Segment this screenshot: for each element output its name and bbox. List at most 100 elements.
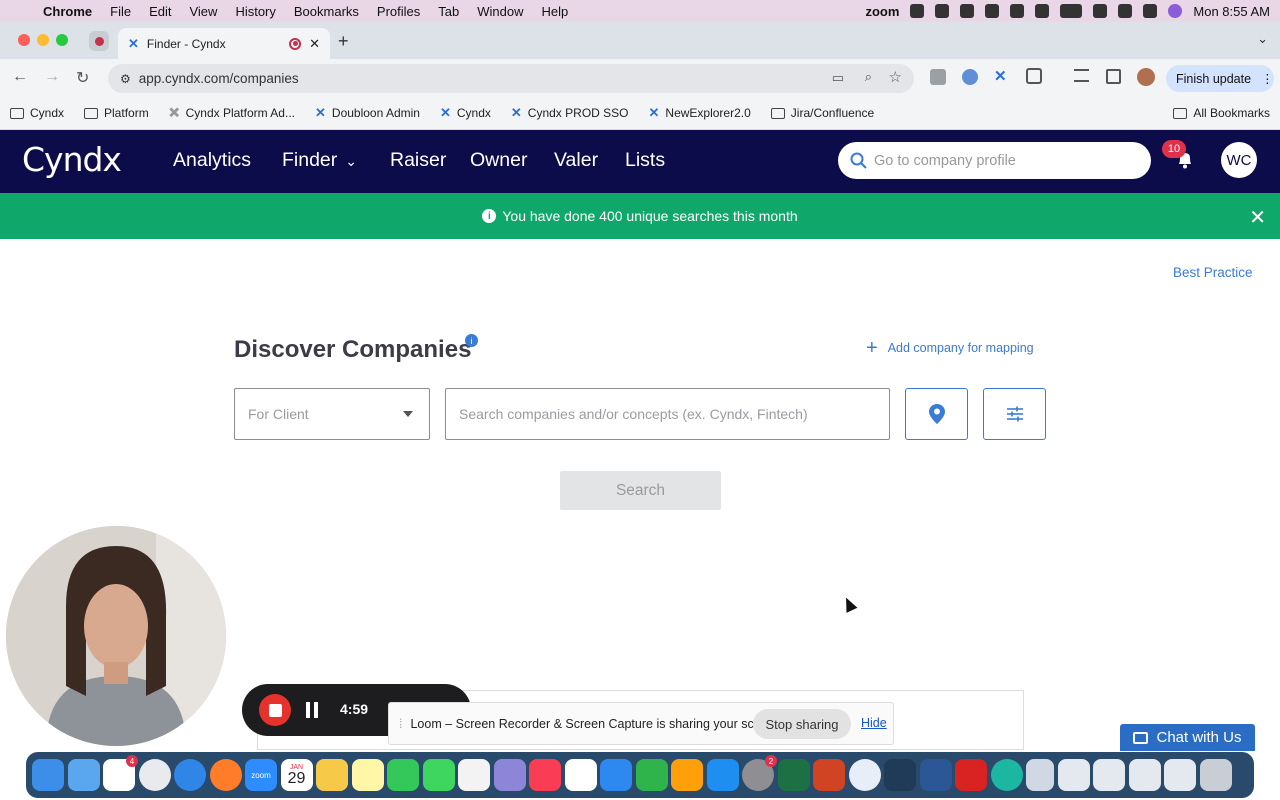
document-preview-icon-3[interactable] bbox=[1128, 759, 1161, 791]
menu-app-name[interactable]: Chrome bbox=[34, 4, 101, 19]
filters-button[interactable] bbox=[983, 388, 1046, 440]
dark-mode-icon[interactable] bbox=[1010, 4, 1025, 18]
powerpoint-app-icon[interactable] bbox=[813, 759, 845, 791]
bookmark-cyndx-platform-admin[interactable]: ✕ Cyndx Platform Ad... bbox=[159, 105, 305, 121]
extension-icon-1[interactable] bbox=[930, 69, 946, 85]
excel-app-icon[interactable] bbox=[777, 759, 810, 791]
camera-icon[interactable]: ▭ bbox=[832, 70, 844, 86]
password-manager-icon[interactable] bbox=[848, 759, 881, 791]
new-tab-button[interactable]: + bbox=[338, 31, 349, 52]
pages-app-icon[interactable] bbox=[671, 759, 703, 791]
facetime-app-icon[interactable] bbox=[387, 759, 419, 791]
tab-finder-cyndx[interactable]: ✕ Finder - Cyndx ✕ bbox=[118, 28, 330, 59]
stop-sharing-button[interactable]: Stop sharing bbox=[753, 709, 851, 739]
chat-with-us-button[interactable]: Chat with Us bbox=[1120, 724, 1255, 751]
calendar-app-icon[interactable]: JAN 29 bbox=[280, 759, 313, 791]
menu-view[interactable]: View bbox=[180, 4, 226, 19]
side-panel-icon[interactable] bbox=[1106, 69, 1121, 84]
reload-icon[interactable]: ↻ bbox=[76, 68, 89, 88]
add-company-button[interactable]: + Add company for mapping bbox=[866, 338, 1034, 358]
client-select[interactable]: For Client bbox=[234, 388, 430, 440]
company-profile-search[interactable]: Go to company profile bbox=[838, 142, 1151, 179]
bluetooth-icon[interactable] bbox=[1035, 4, 1050, 18]
address-bar[interactable]: ⚙ app.cyndx.com/companies ▭ ⌕ ☆ bbox=[108, 64, 914, 93]
nav-owner[interactable]: Owner bbox=[470, 149, 527, 172]
photos-app-icon[interactable] bbox=[316, 759, 348, 791]
firefox-app-icon[interactable] bbox=[209, 759, 242, 791]
chrome-app-icon[interactable] bbox=[138, 759, 171, 791]
best-practice-link[interactable]: Best Practice bbox=[1173, 265, 1253, 280]
maximize-window-button[interactable] bbox=[56, 34, 68, 46]
tab-close-icon[interactable]: ✕ bbox=[309, 36, 320, 52]
drag-handle-icon[interactable]: ⁞ bbox=[399, 717, 402, 731]
zoom-lens-icon[interactable]: ⌕ bbox=[865, 69, 872, 85]
menu-profiles[interactable]: Profiles bbox=[368, 4, 429, 19]
location-filter-button[interactable] bbox=[905, 388, 968, 440]
launchpad-app-icon[interactable] bbox=[493, 759, 526, 791]
battery-icon[interactable] bbox=[1060, 4, 1083, 18]
stop-recording-button[interactable] bbox=[259, 694, 291, 726]
user-avatar[interactable]: WC bbox=[1221, 142, 1257, 178]
slack-app-icon[interactable]: 4 bbox=[103, 755, 138, 791]
close-window-button[interactable] bbox=[18, 34, 30, 46]
document-preview-icon-4[interactable] bbox=[1164, 759, 1196, 791]
siri-icon[interactable] bbox=[1168, 4, 1183, 18]
folder-stack-icon[interactable] bbox=[1026, 759, 1054, 791]
reminders-app-icon[interactable] bbox=[458, 759, 490, 791]
nav-valer[interactable]: Valer bbox=[554, 149, 598, 172]
system-settings-icon[interactable]: 2 bbox=[742, 755, 777, 791]
spotlight-search-icon[interactable] bbox=[1118, 4, 1133, 18]
bookmark-cyndx-prod-sso[interactable]: ✕ Cyndx PROD SSO bbox=[501, 105, 639, 121]
messages-app-icon[interactable] bbox=[422, 759, 455, 791]
company-search-input[interactable]: Search companies and/or concepts (ex. Cy… bbox=[445, 388, 890, 440]
extension-icon-2[interactable] bbox=[962, 69, 978, 85]
cloud-icon[interactable] bbox=[960, 4, 975, 18]
document-preview-icon-1[interactable] bbox=[1057, 759, 1090, 791]
vscode-app-icon[interactable] bbox=[884, 759, 916, 791]
safari-app-icon[interactable] bbox=[174, 759, 206, 791]
zoom-app-icon[interactable]: zoom bbox=[245, 759, 277, 791]
menu-window[interactable]: Window bbox=[468, 4, 532, 19]
finish-update-button[interactable]: Finish update ⋮ bbox=[1166, 65, 1274, 92]
hide-sharing-bar-link[interactable]: Hide bbox=[861, 716, 887, 730]
music-app-icon[interactable] bbox=[529, 759, 561, 791]
pause-recording-button[interactable] bbox=[306, 702, 318, 718]
forward-arrow-icon[interactable]: → bbox=[44, 68, 60, 86]
menubar-clock[interactable]: Mon 8:55 AM bbox=[1193, 4, 1270, 19]
all-bookmarks[interactable]: All Bookmarks bbox=[1163, 106, 1280, 120]
nav-analytics[interactable]: Analytics bbox=[173, 149, 251, 172]
keynote-app-icon[interactable] bbox=[600, 759, 632, 791]
numbers-app-icon[interactable] bbox=[635, 759, 668, 791]
shield-icon[interactable] bbox=[910, 4, 925, 18]
nav-raiser[interactable]: Raiser bbox=[390, 149, 446, 172]
nav-finder[interactable]: Finder ⌄ bbox=[282, 149, 357, 172]
word-app-icon[interactable] bbox=[919, 759, 952, 791]
mail-app-icon[interactable] bbox=[67, 759, 100, 791]
finder-app-icon[interactable] bbox=[32, 759, 64, 791]
zoom-status-label[interactable]: zoom bbox=[865, 4, 899, 19]
menu-edit[interactable]: Edit bbox=[140, 4, 180, 19]
back-arrow-icon[interactable]: ← bbox=[12, 68, 28, 86]
extension-status-icon[interactable] bbox=[935, 4, 950, 18]
bookmark-star-icon[interactable]: ☆ bbox=[889, 68, 902, 86]
menu-help[interactable]: Help bbox=[533, 4, 578, 19]
app-store-icon[interactable] bbox=[706, 759, 739, 791]
minimize-window-button[interactable] bbox=[37, 34, 49, 46]
search-button[interactable]: Search bbox=[560, 471, 721, 510]
password-icon[interactable] bbox=[985, 4, 1000, 18]
bookmark-cyndx-folder[interactable]: Cyndx bbox=[0, 106, 74, 120]
bookmark-doubloon-admin[interactable]: ✕ Doubloon Admin bbox=[305, 105, 430, 121]
menu-history[interactable]: History bbox=[226, 4, 284, 19]
bookmark-newexplorer[interactable]: ✕ NewExplorer2.0 bbox=[639, 105, 761, 121]
notes-app-icon[interactable] bbox=[351, 759, 384, 791]
menu-file[interactable]: File bbox=[101, 4, 140, 19]
title-info-icon[interactable]: i bbox=[465, 334, 478, 347]
document-preview-icon-2[interactable] bbox=[1093, 759, 1125, 791]
media-control-icon[interactable] bbox=[1074, 69, 1089, 82]
webcam-bubble[interactable] bbox=[6, 526, 226, 746]
site-settings-icon[interactable]: ⚙ bbox=[120, 72, 131, 86]
profile-avatar[interactable] bbox=[1137, 68, 1155, 86]
extensions-puzzle-icon[interactable] bbox=[1026, 68, 1042, 84]
cyndx-extension-icon[interactable]: ✕ bbox=[994, 67, 1007, 85]
bookmark-jira-confluence[interactable]: Jira/Confluence bbox=[761, 106, 884, 120]
